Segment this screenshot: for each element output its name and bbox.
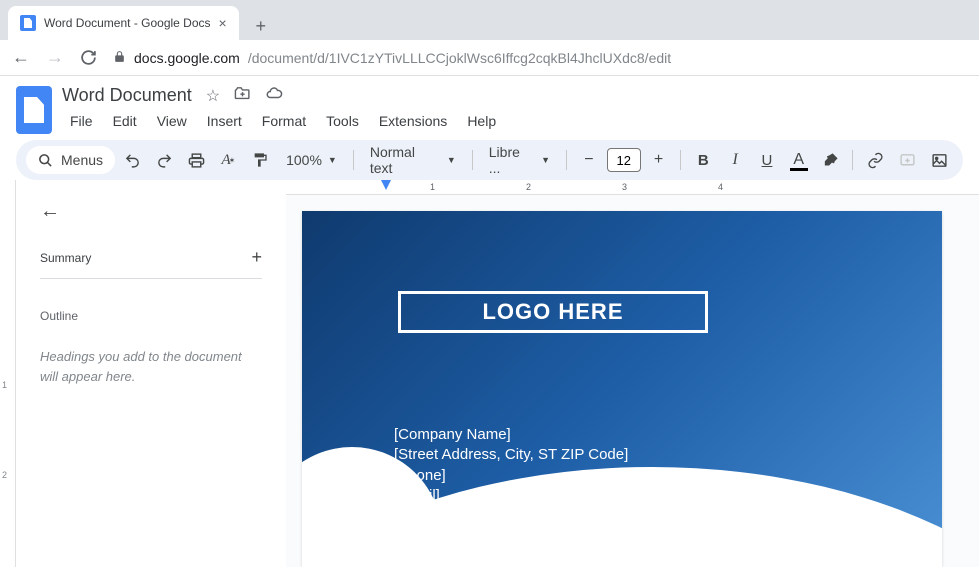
vertical-ruler: 1 2 bbox=[0, 180, 16, 567]
url-host: docs.google.com bbox=[134, 50, 240, 66]
main-area: 1 2 ← Summary + Outline Headings you add… bbox=[0, 180, 979, 567]
search-icon bbox=[38, 153, 53, 168]
menu-view[interactable]: View bbox=[149, 109, 195, 133]
new-tab-button[interactable]: + bbox=[247, 12, 275, 40]
url-display[interactable]: docs.google.com/document/d/1IVC1zYTivLLL… bbox=[113, 50, 671, 66]
comment-button[interactable] bbox=[893, 146, 921, 174]
italic-button[interactable]: I bbox=[721, 146, 749, 174]
style-dropdown[interactable]: Normal text▼ bbox=[362, 144, 464, 176]
website-field: [Website] bbox=[394, 506, 628, 526]
search-menus[interactable]: Menus bbox=[26, 146, 115, 174]
reload-button[interactable] bbox=[80, 49, 97, 66]
browser-tab-strip: Word Document - Google Docs × + bbox=[0, 0, 979, 40]
separator bbox=[852, 150, 853, 170]
url-path: /document/d/1IVC1zYTivLLLCCjoklWsc6Iffcg… bbox=[248, 50, 671, 66]
separator bbox=[680, 150, 681, 170]
address-bar: ← → docs.google.com/document/d/1IVC1zYTi… bbox=[0, 40, 979, 76]
separator bbox=[353, 150, 354, 170]
star-icon[interactable]: ☆ bbox=[206, 86, 220, 106]
image-button[interactable] bbox=[925, 146, 953, 174]
email-field: [Email] bbox=[394, 486, 628, 506]
docs-header: Word Document ☆ File Edit View Insert Fo… bbox=[0, 76, 979, 134]
spellcheck-button[interactable]: A✶ bbox=[214, 146, 242, 174]
text-color-button[interactable]: A bbox=[785, 146, 813, 174]
print-button[interactable] bbox=[183, 146, 211, 174]
close-tab-icon[interactable]: × bbox=[219, 15, 227, 31]
separator bbox=[566, 150, 567, 170]
underline-button[interactable]: U bbox=[753, 146, 781, 174]
menu-file[interactable]: File bbox=[62, 109, 101, 133]
add-summary-button[interactable]: + bbox=[251, 247, 262, 268]
highlight-button[interactable] bbox=[817, 146, 845, 174]
decrease-font-button[interactable]: − bbox=[575, 146, 603, 174]
indent-marker[interactable] bbox=[381, 180, 391, 190]
browser-tab[interactable]: Word Document - Google Docs × bbox=[8, 6, 239, 40]
back-button[interactable]: ← bbox=[12, 47, 30, 68]
logo-placeholder[interactable]: LOGO HERE bbox=[398, 291, 708, 333]
menu-edit[interactable]: Edit bbox=[105, 109, 145, 133]
menu-tools[interactable]: Tools bbox=[318, 109, 367, 133]
redo-button[interactable] bbox=[151, 146, 179, 174]
outline-sidebar: ← Summary + Outline Headings you add to … bbox=[16, 180, 286, 567]
horizontal-ruler: 1 2 3 4 bbox=[286, 180, 979, 195]
canvas-area: 1 2 3 4 LOGO HERE [Company Name] [Street… bbox=[286, 180, 979, 567]
menu-insert[interactable]: Insert bbox=[199, 109, 250, 133]
document-page[interactable]: LOGO HERE [Company Name] [Street Address… bbox=[302, 211, 942, 567]
menu-extensions[interactable]: Extensions bbox=[371, 109, 455, 133]
outline-hint: Headings you add to the document will ap… bbox=[40, 347, 262, 386]
link-button[interactable] bbox=[861, 146, 889, 174]
menu-format[interactable]: Format bbox=[254, 109, 314, 133]
docs-logo-icon[interactable] bbox=[16, 86, 52, 134]
zoom-dropdown[interactable]: 100%▼ bbox=[278, 152, 345, 168]
outline-label: Outline bbox=[40, 309, 262, 323]
document-title[interactable]: Word Document bbox=[62, 85, 192, 106]
tab-title: Word Document - Google Docs bbox=[44, 16, 211, 30]
lock-icon bbox=[113, 50, 126, 66]
paint-format-button[interactable] bbox=[246, 146, 274, 174]
bold-button[interactable]: B bbox=[689, 146, 717, 174]
separator bbox=[472, 150, 473, 170]
address-field: [Street Address, City, ST ZIP Code] bbox=[394, 445, 628, 465]
toolbar: Menus A✶ 100%▼ Normal text▼ Libre ...▼ −… bbox=[16, 140, 963, 180]
forward-button[interactable]: → bbox=[46, 47, 64, 68]
font-size-input[interactable]: 12 bbox=[607, 148, 641, 172]
summary-label: Summary bbox=[40, 251, 91, 265]
font-dropdown[interactable]: Libre ...▼ bbox=[481, 144, 558, 176]
docs-favicon bbox=[20, 15, 36, 31]
move-icon[interactable] bbox=[234, 85, 251, 107]
company-name-field: [Company Name] bbox=[394, 425, 628, 445]
sidebar-back-icon[interactable]: ← bbox=[40, 200, 60, 223]
company-info-block[interactable]: [Company Name] [Street Address, City, ST… bbox=[394, 425, 628, 526]
undo-button[interactable] bbox=[119, 146, 147, 174]
increase-font-button[interactable]: + bbox=[645, 146, 673, 174]
search-menus-label: Menus bbox=[61, 152, 103, 168]
phone-field: [Phone] bbox=[394, 466, 628, 486]
menu-help[interactable]: Help bbox=[459, 109, 504, 133]
cloud-icon[interactable] bbox=[265, 84, 283, 107]
menu-bar: File Edit View Insert Format Tools Exten… bbox=[62, 109, 963, 133]
